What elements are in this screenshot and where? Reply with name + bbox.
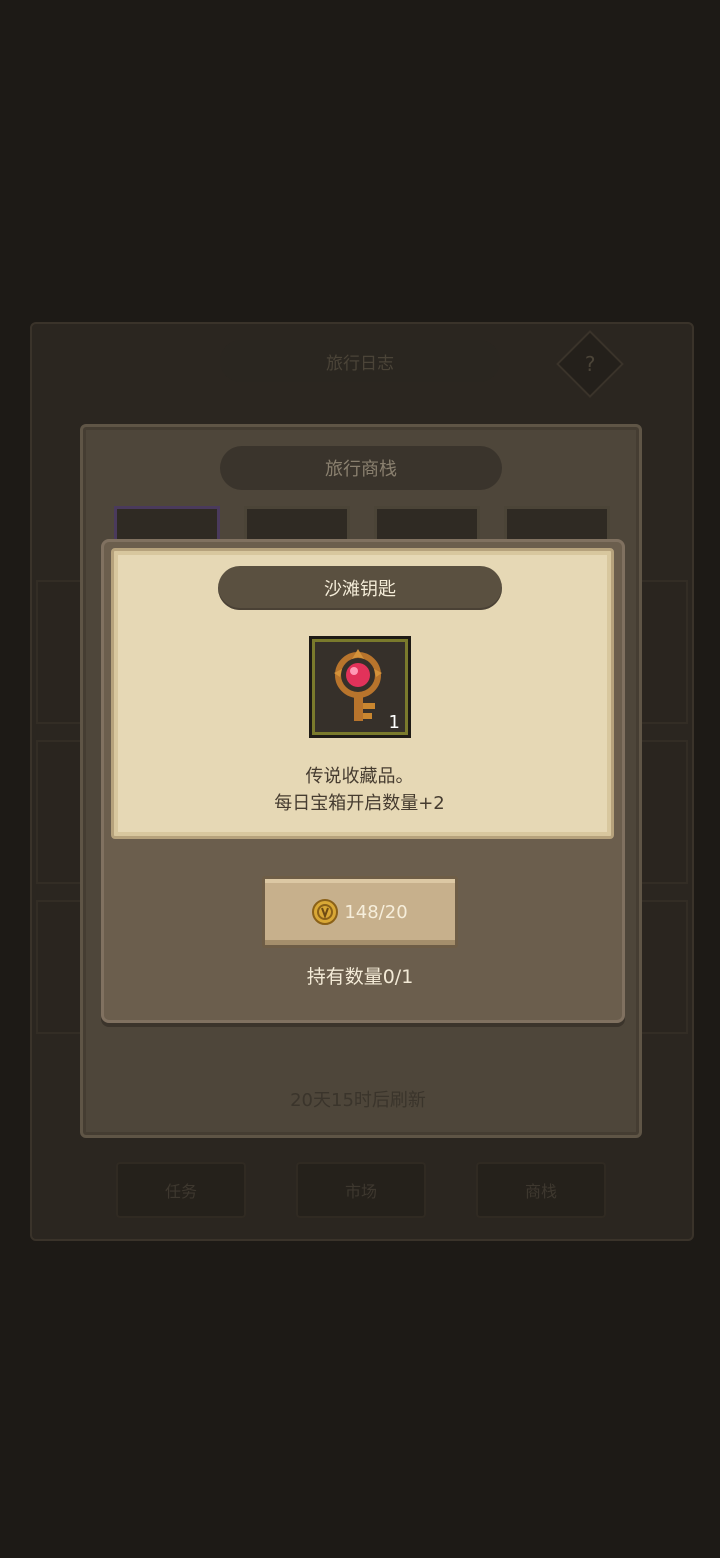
- travel-log-title: 旅行日志: [220, 340, 500, 382]
- refresh-timer: 20天15时后刷新: [290, 1090, 426, 1111]
- price-label: 148/20: [344, 901, 408, 923]
- shop-title: 旅行商栈: [220, 446, 502, 490]
- bg-side-panel-right: [640, 740, 688, 884]
- item-name-title: 沙滩钥匙: [218, 566, 502, 610]
- description-line: 传说收藏品。: [305, 766, 414, 787]
- item-count: 1: [388, 712, 400, 733]
- gold-coin-icon: [312, 899, 339, 925]
- bg-side-panel-right: [640, 580, 688, 724]
- owned-quantity: 持有数量0/1: [306, 966, 414, 988]
- tab-market[interactable]: 市场: [296, 1162, 426, 1218]
- bg-side-panel-left: [36, 580, 84, 724]
- tab-shop[interactable]: 商栈: [476, 1162, 606, 1218]
- item-description: 传说收藏品。 每日宝箱开启数量+2: [111, 763, 608, 817]
- bg-side-panel-right: [640, 900, 688, 1034]
- bg-side-panel-left: [36, 740, 84, 884]
- description-line: 每日宝箱开启数量+2: [274, 793, 445, 814]
- help-icon: ?: [584, 352, 596, 376]
- bg-side-panel-left: [36, 900, 84, 1034]
- tab-tasks[interactable]: 任务: [116, 1162, 246, 1218]
- item-slot: 1: [309, 636, 411, 738]
- buy-button[interactable]: 148/20: [262, 876, 458, 948]
